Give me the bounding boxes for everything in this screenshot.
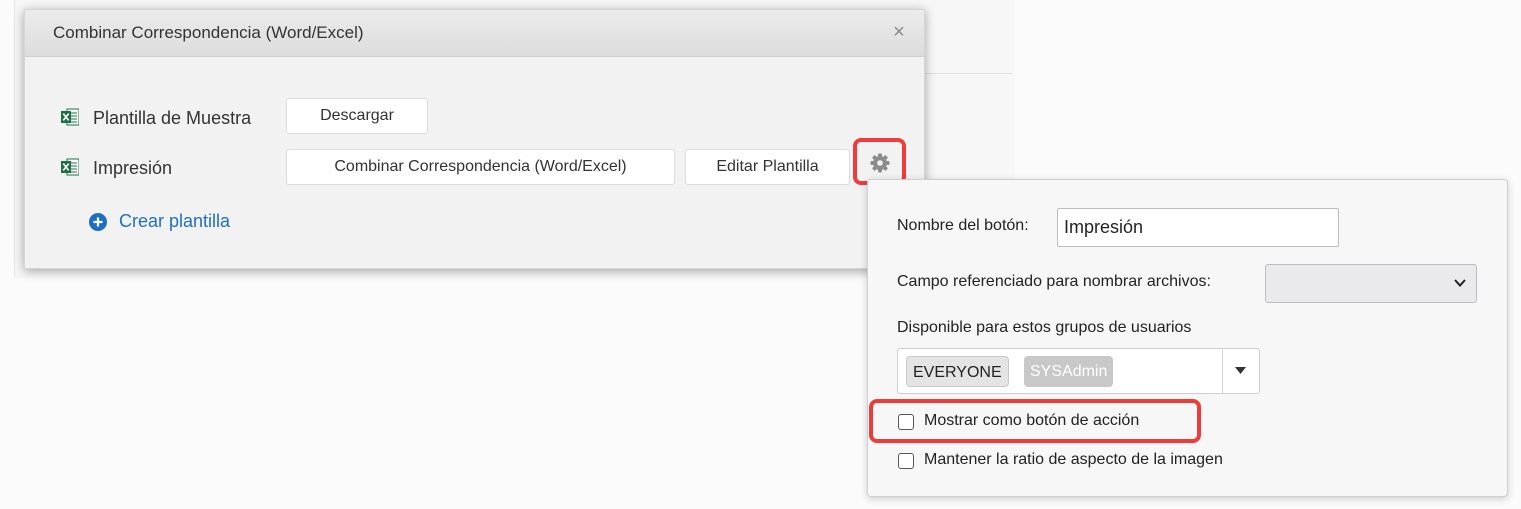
- gear-icon: [870, 153, 890, 173]
- mail-merge-dialog: Combinar Correspondencia (Word/Excel) × …: [24, 9, 925, 269]
- close-icon[interactable]: ×: [888, 21, 910, 43]
- button-name-input[interactable]: [1057, 208, 1339, 247]
- show-as-action-button-label: Mostrar como botón de acción: [924, 412, 1140, 429]
- sample-template-label: Plantilla de Muestra: [93, 108, 252, 128]
- filename-field-label: Campo referenciado para nombrar archivos…: [897, 273, 1211, 290]
- groups-label: Disponible para estos grupos de usuarios: [897, 319, 1192, 336]
- template-settings-button[interactable]: [853, 138, 906, 185]
- button-name-label: Nombre del botón:: [897, 217, 1029, 234]
- filename-field-select[interactable]: [1265, 264, 1477, 303]
- mail-merge-button[interactable]: Combinar Correspondencia (Word/Excel): [286, 149, 675, 185]
- print-label: Impresión: [93, 158, 173, 178]
- plus-circle-icon: [89, 213, 107, 231]
- excel-icon: [61, 108, 79, 126]
- excel-icon: [61, 158, 79, 176]
- tags-divider: [1222, 349, 1223, 393]
- chevron-down-icon: [1454, 279, 1466, 287]
- user-groups-select[interactable]: EVERYONE SYSAdmin: [897, 348, 1260, 394]
- template-settings-popover: Nombre del botón: Campo referenciado par…: [867, 179, 1508, 497]
- show-as-action-button-checkbox[interactable]: [898, 414, 914, 430]
- dialog-title: Combinar Correspondencia (Word/Excel): [53, 23, 364, 42]
- create-template-label: Crear plantilla: [119, 211, 231, 231]
- group-tag-sysadmin[interactable]: SYSAdmin: [1024, 356, 1114, 387]
- dialog-header: Combinar Correspondencia (Word/Excel) ×: [25, 10, 924, 57]
- keep-aspect-ratio-checkbox[interactable]: [898, 453, 914, 469]
- background-divider: [924, 73, 1012, 74]
- download-button[interactable]: Descargar: [286, 98, 428, 134]
- caret-down-icon[interactable]: [1235, 367, 1246, 374]
- keep-aspect-ratio-label: Mantener la ratio de aspecto de la image…: [924, 451, 1223, 468]
- group-tag-everyone[interactable]: EVERYONE: [906, 356, 1009, 387]
- edit-template-button[interactable]: Editar Plantilla: [685, 149, 850, 185]
